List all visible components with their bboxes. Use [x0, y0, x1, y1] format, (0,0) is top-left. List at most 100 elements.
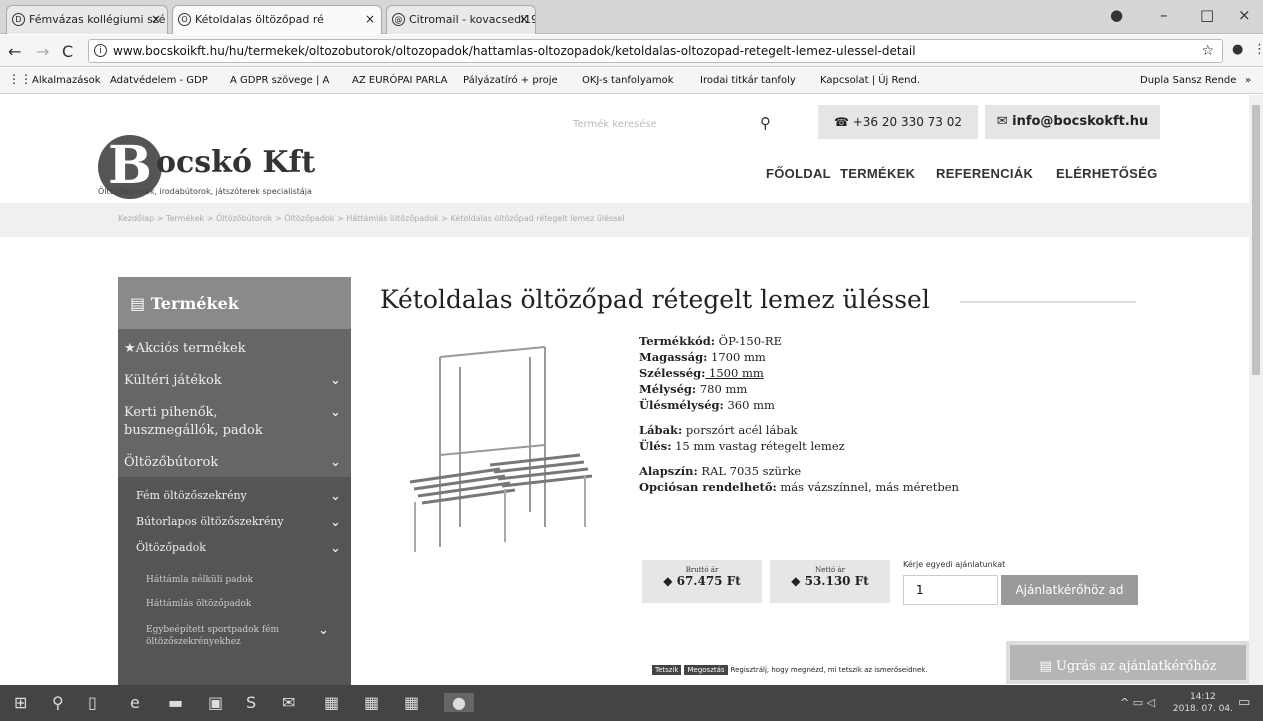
- store-icon[interactable]: ▣: [208, 693, 223, 712]
- product-image[interactable]: [380, 337, 620, 577]
- bookmark-item[interactable]: OKJ-s tanfolyamok: [582, 75, 674, 86]
- email-button[interactable]: ✉ info@bocskokft.hu: [985, 105, 1160, 139]
- chevron-down-icon[interactable]: ⌄: [318, 623, 329, 638]
- forward-icon[interactable]: →: [36, 42, 49, 61]
- url-field[interactable]: i www.bocskoikft.hu/hu/termekek/oltozobu…: [88, 39, 1223, 63]
- menu-icon[interactable]: ⋮: [1253, 42, 1263, 57]
- tab-citromail[interactable]: @ Citromail - kovacsedi19 ×: [386, 5, 536, 34]
- sidebar-item-kerti[interactable]: Kerti pihenők,: [124, 405, 218, 420]
- profile-icon[interactable]: ●: [1110, 6, 1123, 24]
- chevron-down-icon[interactable]: ⌄: [330, 541, 341, 556]
- chevron-down-icon[interactable]: ⌄: [330, 405, 341, 420]
- mail-icon: @: [392, 13, 405, 26]
- sidebar-item-kulteri[interactable]: Kültéri játékok: [124, 373, 222, 388]
- app-icon[interactable]: ▦: [364, 693, 379, 712]
- tab-ketoldalas[interactable]: O Kétoldalas öltözőpad ré ×: [172, 5, 382, 34]
- task-view-icon[interactable]: ▯: [88, 693, 97, 712]
- nav-contact[interactable]: ELÉRHETŐSÉG: [1056, 166, 1158, 181]
- sidebar-item-hattamlas[interactable]: Háttámlás öltözőpadok: [146, 599, 251, 609]
- bookmark-item[interactable]: AZ EURÓPAI PARLA: [352, 75, 448, 86]
- chevron-down-icon[interactable]: ⌄: [330, 515, 341, 530]
- bookmark-item[interactable]: A GDPR szövege | A: [230, 75, 329, 86]
- tab-title: Fémvázas kollégiumi szé: [29, 13, 166, 26]
- search-icon[interactable]: ⚲: [760, 114, 771, 132]
- tab-title: Kétoldalas öltözőpad ré: [195, 13, 324, 26]
- tray-icons[interactable]: ^ ▭ ◁: [1120, 696, 1155, 709]
- quantity-input[interactable]: 1: [903, 575, 998, 605]
- star-icon[interactable]: ☆: [1201, 40, 1214, 62]
- sidebar-item-oltozopadok[interactable]: Öltözőpadok: [136, 541, 206, 554]
- notification-icon[interactable]: ▭: [1238, 695, 1250, 710]
- start-icon[interactable]: ⊞: [14, 693, 27, 712]
- sidebar-item-fem[interactable]: Fém öltözőszekrény: [136, 489, 247, 502]
- extension-icon[interactable]: ●: [1232, 42, 1243, 57]
- gross-price-label: Bruttó ár: [685, 566, 719, 574]
- clock-date: 2018. 07. 04.: [1172, 704, 1233, 714]
- close-icon[interactable]: ×: [365, 12, 375, 26]
- search-icon[interactable]: ⚲: [52, 693, 64, 712]
- sidebar-item-oltozobutorok[interactable]: Öltözőbútorok: [124, 455, 218, 470]
- add-to-quote-button[interactable]: Ajánlatkérőhöz ad: [1001, 575, 1138, 605]
- minimize-icon[interactable]: –: [1160, 6, 1168, 24]
- bookmarks-bar: ⋮⋮ Alkalmazások Adatvédelem - GDP A GDPR…: [0, 68, 1263, 94]
- scrollbar[interactable]: [1249, 95, 1263, 685]
- search-field[interactable]: Termék keresése ⚲: [565, 110, 775, 140]
- bookmark-item[interactable]: Irodai titkár tanfoly: [700, 75, 796, 86]
- close-icon[interactable]: ×: [151, 12, 161, 26]
- phone-button[interactable]: ☎ +36 20 330 73 02: [818, 105, 978, 139]
- sidebar-item-akcios[interactable]: ★Akciós termékek: [124, 341, 246, 356]
- sidebar-item-egybeepitett-2[interactable]: öltözőszekrényekhez: [146, 637, 241, 647]
- list-icon: ▤: [130, 294, 151, 313]
- breadcrumb[interactable]: Kezdőlap > Termékek > Öltözőbútorok > Öl…: [118, 214, 625, 223]
- tab-title: Citromail - kovacsedi19: [409, 13, 536, 26]
- chevron-down-icon[interactable]: ⌄: [330, 455, 341, 470]
- chevron-down-icon[interactable]: ⌄: [330, 489, 341, 504]
- explorer-icon[interactable]: ▬: [168, 693, 183, 712]
- quote-label: Kérje egyedi ajánlatunkat: [903, 560, 1006, 569]
- bookmark-item[interactable]: Adatvédelem - GDP: [110, 75, 208, 86]
- sidebar-item-kerti-2[interactable]: buszmegállók, padok: [124, 423, 263, 438]
- bookmark-item[interactable]: Kapcsolat | Új Rend.: [820, 75, 920, 86]
- app-icon[interactable]: ▦: [404, 693, 419, 712]
- skype-icon[interactable]: S: [246, 693, 256, 712]
- apps-icon[interactable]: ⋮⋮: [8, 72, 32, 86]
- mail-app-icon[interactable]: ✉: [282, 693, 295, 712]
- nav-products[interactable]: TERMÉKEK: [840, 166, 915, 181]
- net-price: ◆ 53.130 Ft: [791, 574, 869, 588]
- share-button[interactable]: Megosztás: [684, 665, 728, 675]
- page-icon: O: [178, 13, 191, 26]
- site-tagline: Öltözőbútorok, irodabútorok, játszóterek…: [98, 187, 312, 196]
- chevron-down-icon[interactable]: ⌄: [330, 373, 341, 388]
- scrollbar-thumb[interactable]: [1252, 105, 1260, 375]
- sidebar-header: ▤ Termékek: [118, 277, 351, 329]
- edge-icon[interactable]: e: [130, 693, 140, 712]
- maximize-icon[interactable]: □: [1200, 6, 1214, 24]
- like-button[interactable]: Tetszik: [652, 665, 682, 675]
- bookmark-item[interactable]: Pályázatíró + proje: [463, 75, 558, 86]
- nav-home[interactable]: FŐOLDAL: [766, 166, 831, 181]
- nav-references[interactable]: REFERENCIÁK: [936, 166, 1033, 181]
- clock[interactable]: 14:12 2018. 07. 04.: [1173, 691, 1233, 715]
- close-icon[interactable]: ×: [519, 12, 529, 26]
- bookmark-item[interactable]: Dupla Sansz Rende: [1140, 75, 1236, 86]
- reload-icon[interactable]: C: [62, 42, 73, 61]
- chrome-icon[interactable]: ●: [444, 693, 474, 712]
- more-bookmarks-icon[interactable]: »: [1245, 75, 1251, 86]
- sidebar-item-butorlapos[interactable]: Bútorlapos öltözőszekrény: [136, 515, 284, 528]
- gross-price-box: Bruttó ár ◆ 67.475 Ft: [642, 560, 762, 603]
- sidebar-title: Termékek: [150, 294, 239, 313]
- jump-to-quote-button[interactable]: ▤ Ugrás az ajánlatkérőhöz: [1006, 641, 1250, 684]
- address-bar: ← → C i www.bocskoikft.hu/hu/termekek/ol…: [0, 35, 1263, 67]
- sidebar-item-hattamla-nelkuli[interactable]: Háttámla nélküli padok: [146, 575, 253, 585]
- sidebar-item-egybeepitett[interactable]: Egybeépített sportpadok fém: [146, 625, 279, 635]
- tab-fem[interactable]: D Fémvázas kollégiumi szé ×: [6, 5, 168, 34]
- close-window-icon[interactable]: ×: [1238, 6, 1251, 24]
- back-icon[interactable]: ←: [8, 42, 21, 61]
- spec-row: Ülés: 15 mm vastag rétegelt lemez: [639, 439, 845, 453]
- clock-time: 14:12: [1189, 692, 1216, 702]
- info-icon: i: [94, 44, 107, 57]
- app-icon[interactable]: ▦: [324, 693, 339, 712]
- site-logo[interactable]: B ocskó Kft Öltözőbútorok, irodabútorok,…: [98, 135, 398, 199]
- bench-illustration: [409, 346, 593, 552]
- bookmark-item[interactable]: Alkalmazások: [32, 75, 101, 86]
